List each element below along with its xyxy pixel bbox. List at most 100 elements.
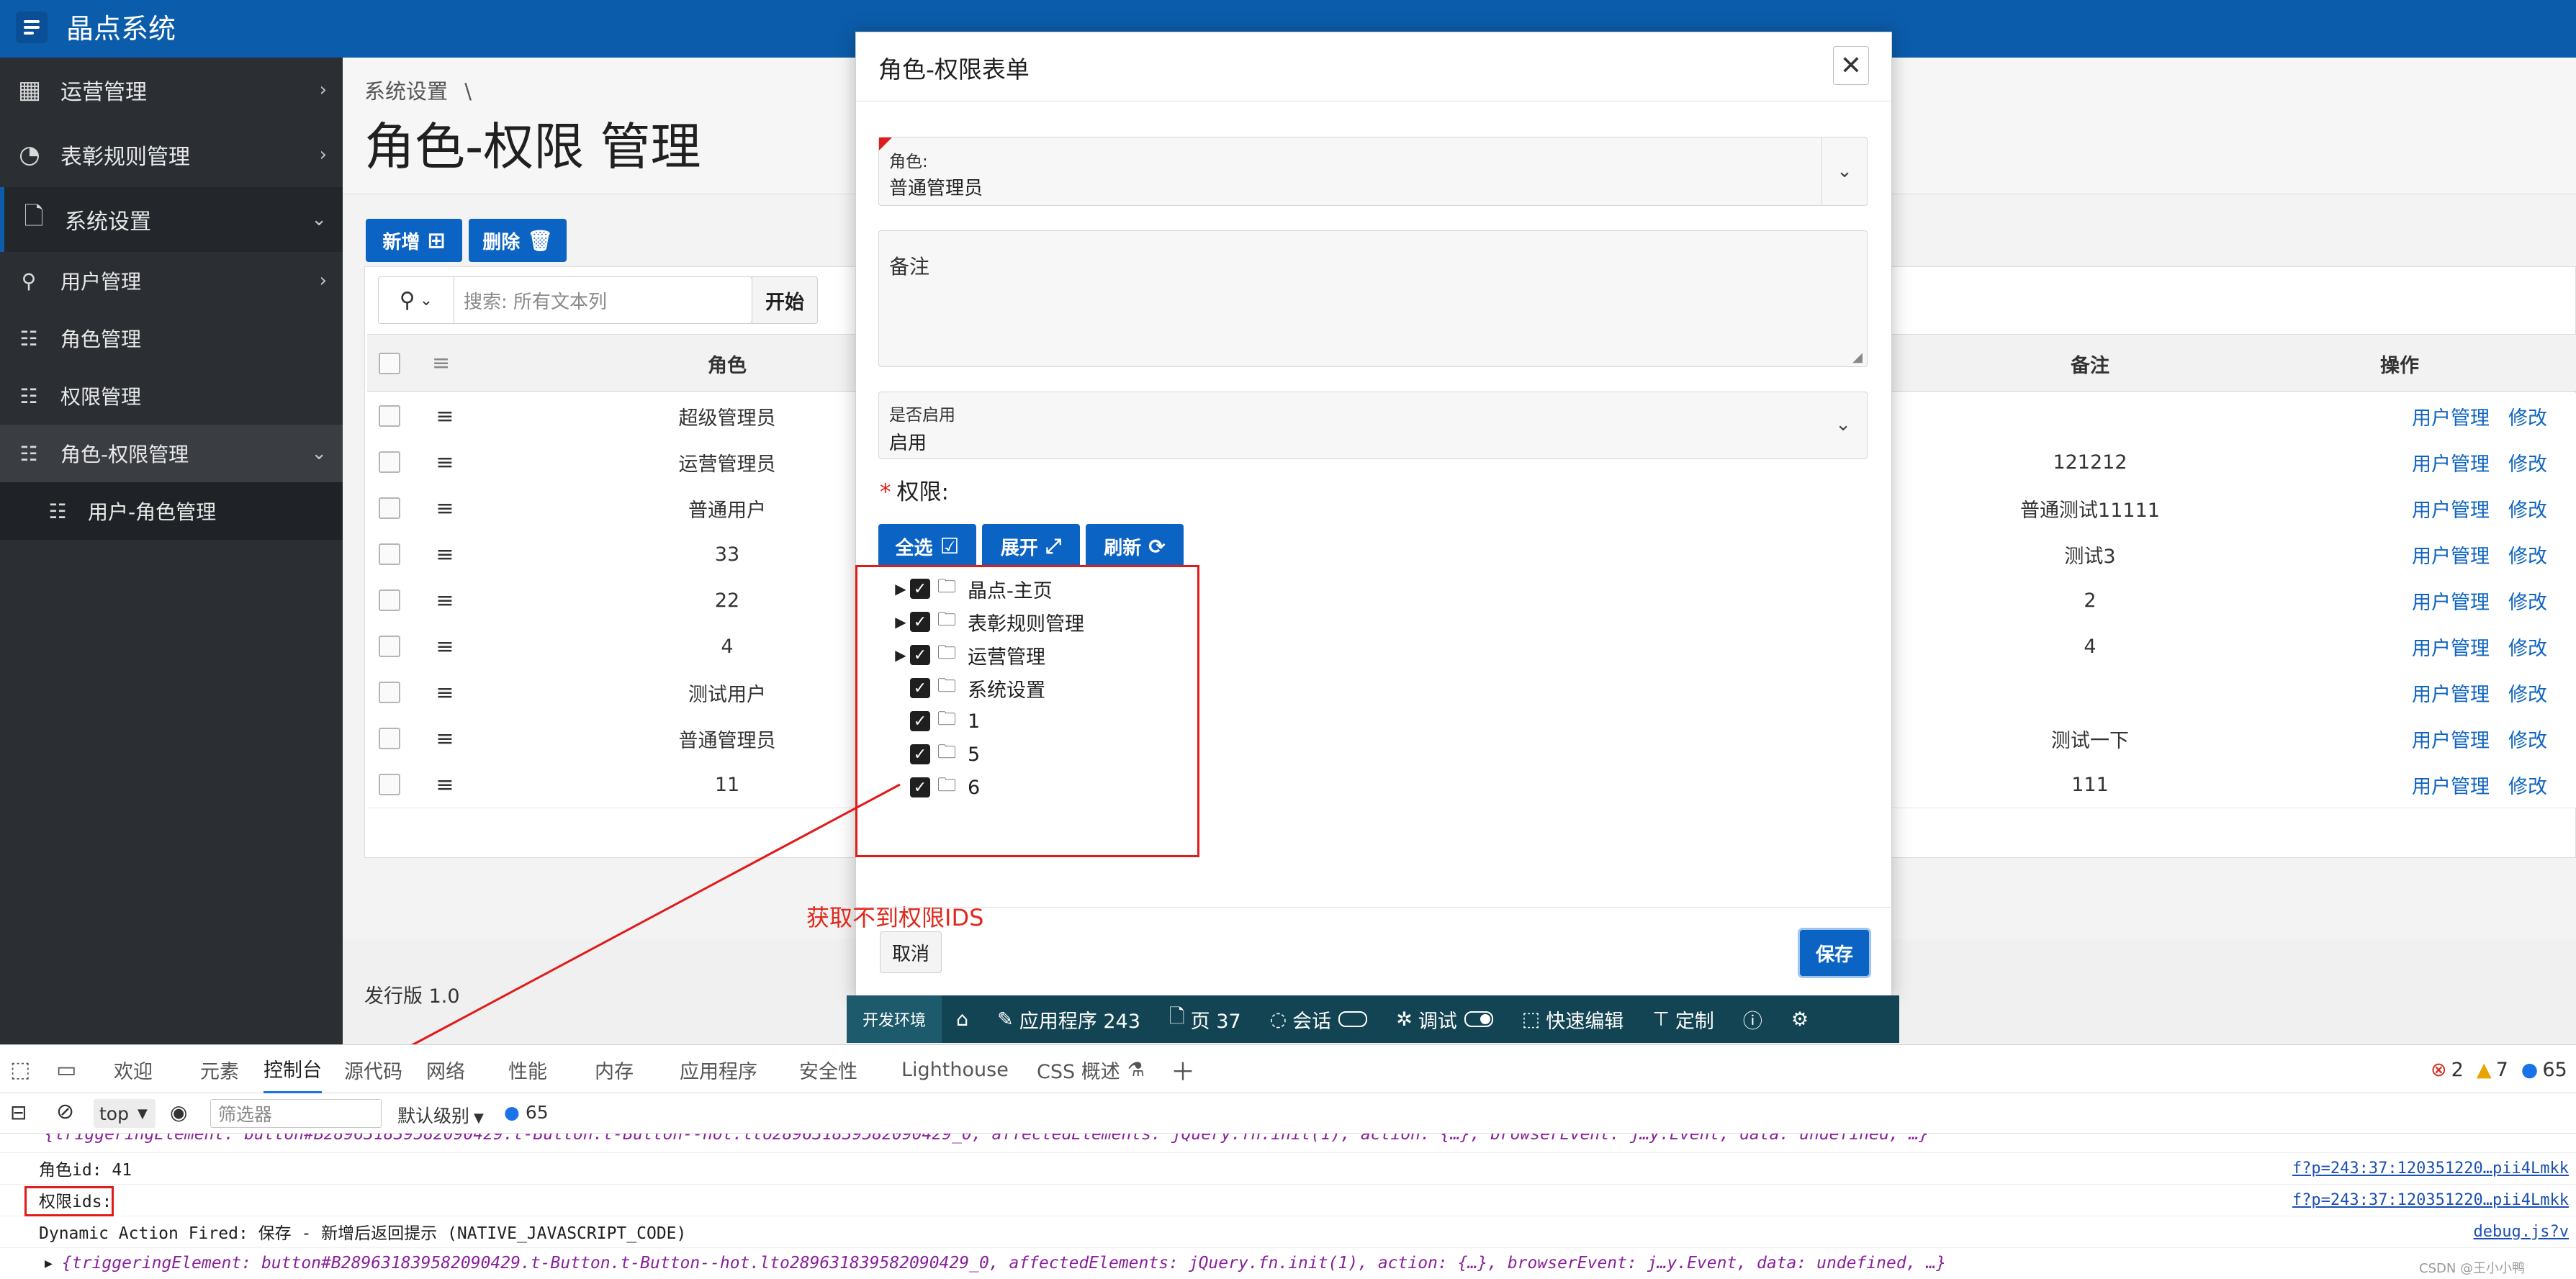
row-checkbox[interactable] [379,497,400,519]
info-icon[interactable]: ⓘ [1729,995,1777,1043]
edit-link[interactable]: 修改 [2508,725,2547,753]
console-source-link[interactable]: f?p=243:37:120351220…pii4Lmkk [2292,1160,2569,1178]
page-link[interactable]: 🗋 页 37 [1155,995,1256,1043]
tree-checkbox[interactable]: ✓ [910,711,930,731]
tree-node[interactable]: ✓ 🗀 1 [891,707,980,736]
row-menu-icon[interactable]: ≡ [432,587,458,613]
menu-toggle-icon[interactable] [16,12,48,43]
console-filter-input[interactable]: 筛选器 [210,1099,382,1128]
tree-checkbox[interactable]: ✓ [910,777,930,797]
tab-memory[interactable]: 内存 [595,1045,634,1094]
inspect-icon[interactable]: ⬚ [10,1045,30,1094]
tree-node[interactable]: ✓ 🗀 6 [891,773,980,802]
tree-node[interactable]: ✓ 🗀 5 [891,740,980,769]
note-textarea[interactable]: 备注 ◢ [878,230,1868,367]
search-column-menu[interactable]: ⚲ ⌄ [379,277,454,323]
add-button[interactable]: 新增 ⊞ [366,219,462,262]
search-field[interactable]: ⚲ ⌄ 搜索: 所有文本列 [378,276,752,324]
eye-icon[interactable]: ◉ [170,1101,187,1124]
cancel-button[interactable]: 取消 [880,931,942,973]
sidebar-item-system-settings[interactable]: 🗋 系统设置 ⌄ [0,187,343,252]
session-toggle[interactable]: ◌ 会话 [1256,995,1382,1043]
column-header-note[interactable]: 备注 [1957,335,2223,392]
user-management-link[interactable]: 用户管理 [2412,402,2490,430]
tab-sources[interactable]: 源代码 [344,1045,402,1094]
expand-triangle-icon[interactable]: ▶ [45,1256,53,1271]
settings-gear-icon[interactable]: ⚙ [1777,995,1823,1043]
clear-console-icon[interactable]: ⊘ [56,1099,74,1124]
console-source-link[interactable]: f?p=243:37:120351220…pii4Lmkk [2292,1191,2569,1209]
console-source-link[interactable]: debug.js?v [2474,1223,2569,1241]
select-all-button[interactable]: 全选 ☑ [878,524,976,569]
tab-console[interactable]: 控制台 [264,1045,322,1094]
select-all-checkbox[interactable] [379,353,400,374]
chevron-down-icon[interactable]: ⌄ [1821,137,1867,205]
row-checkbox[interactable] [379,636,400,657]
row-checkbox[interactable] [379,589,400,611]
row-menu-icon[interactable]: ≡ [432,541,458,567]
sidebar-toggle-icon[interactable]: ⊟ [10,1101,27,1124]
expand-arrow-icon[interactable]: ▶ [891,646,910,664]
tab-network[interactable]: 网络 [426,1045,465,1094]
customize-button[interactable]: ⊤ 定制 [1638,995,1729,1043]
console-line[interactable]: {triggeringElement: button#B289631839582… [0,1134,2576,1153]
tab-performance[interactable]: 性能 [508,1045,547,1094]
row-checkbox[interactable] [379,405,400,427]
tab-security[interactable]: 安全性 [799,1045,857,1094]
expand-arrow-icon[interactable]: ▶ [891,613,910,631]
tree-node[interactable]: ▶ ✓ 🗀 晶点-主页 [891,574,1052,603]
user-management-link[interactable]: 用户管理 [2412,587,2490,615]
app-link[interactable]: ✎ 应用程序 243 [983,995,1155,1043]
row-checkbox[interactable] [379,774,400,795]
console-line[interactable]: ▶ {triggeringElement: button#B2896318395… [0,1247,2576,1279]
edit-link[interactable]: 修改 [2508,541,2547,569]
sidebar-item-user-management[interactable]: ⚲ 用户管理 › [0,252,343,309]
user-management-link[interactable]: 用户管理 [2412,679,2490,707]
expand-button[interactable]: 展开 ⤢ [982,524,1080,569]
expand-arrow-icon[interactable]: ▶ [891,580,910,597]
log-level-select[interactable]: 默认级别 ▼ [397,1102,484,1128]
sidebar-item-role-management[interactable]: ☷ 角色管理 [0,309,343,367]
edit-link[interactable]: 修改 [2508,448,2547,476]
edit-link[interactable]: 修改 [2508,679,2547,707]
user-management-link[interactable]: 用户管理 [2412,771,2490,799]
breadcrumb-item[interactable]: 系统设置 [364,79,448,104]
sidebar-item-award-rules[interactable]: ◔ 表彰规则管理 › [0,122,343,187]
resize-handle-icon[interactable]: ◢ [1852,350,1863,365]
app-name[interactable]: 晶点系统 [66,7,176,50]
edit-link[interactable]: 修改 [2508,402,2547,430]
message-count-badge[interactable]: ● 65 [504,1102,549,1123]
row-menu-icon[interactable]: ≡ [432,495,458,521]
row-checkbox[interactable] [379,682,400,703]
row-menu-icon[interactable]: ≡ [432,403,458,429]
edit-link[interactable]: 修改 [2508,633,2547,661]
start-search-button[interactable]: 开始 [752,276,818,324]
user-management-link[interactable]: 用户管理 [2412,494,2490,523]
edit-link[interactable]: 修改 [2508,587,2547,615]
row-menu-icon[interactable]: ≡ [432,726,458,751]
close-icon[interactable]: ✕ [1833,46,1869,85]
tab-welcome[interactable]: 欢迎 [114,1045,153,1094]
edit-link[interactable]: 修改 [2508,771,2547,799]
add-tab-icon[interactable]: ＋ [1171,1045,1195,1094]
home-icon[interactable]: ⌂ [942,995,983,1043]
row-menu-icon[interactable]: ≡ [432,772,458,797]
sidebar-item-operations[interactable]: ▦ 运营管理 › [0,58,343,122]
tree-node[interactable]: ▶ ✓ 🗀 表彰规则管理 [891,607,1084,636]
tab-lighthouse[interactable]: Lighthouse [901,1045,1009,1094]
tab-css-overview[interactable]: CSS 概述 ⚗ [1037,1045,1145,1094]
role-select[interactable]: 角色: 普通管理员 ⌄ [878,137,1868,206]
tree-checkbox[interactable]: ✓ [910,744,930,764]
user-management-link[interactable]: 用户管理 [2412,448,2490,476]
user-management-link[interactable]: 用户管理 [2412,541,2490,569]
row-checkbox[interactable] [379,728,400,749]
enabled-select[interactable]: 是否启用 启用 ⌄ [878,392,1868,459]
tree-node[interactable]: ✓ 🗀 系统设置 [891,674,1045,702]
row-menu-icon[interactable]: ≡ [432,679,458,705]
issue-counters[interactable]: ⊗ 2 ▲ 7 ● 65 [2431,1045,2567,1094]
edit-link[interactable]: 修改 [2508,494,2547,523]
sidebar-item-permission-management[interactable]: ☷ 权限管理 [0,367,343,425]
tree-checkbox[interactable]: ✓ [910,678,930,698]
debug-toggle[interactable]: ✲ 调试 [1382,995,1508,1043]
row-menu-icon[interactable]: ≡ [432,633,458,659]
